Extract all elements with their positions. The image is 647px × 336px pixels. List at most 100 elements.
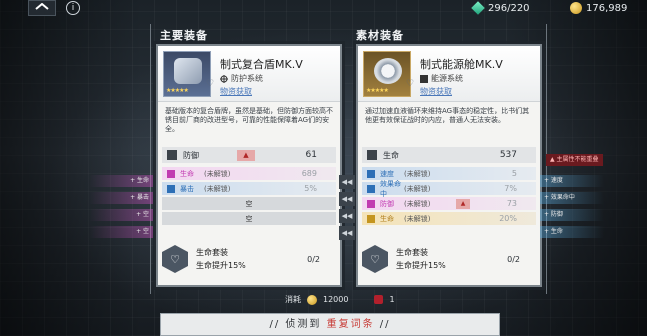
preview-right-list: + 速度 + 效果命中 + 防御 + 生命 — [540, 175, 604, 243]
duplicate-detect-banner[interactable]: // 侦测到 重复词条 // — [160, 313, 500, 336]
material-equip-description: 通过加速血液循环来维持AG事态的稳定性，比书们其他更有效保证战时的内应，普通人无… — [365, 107, 530, 124]
transfer-arrow-button[interactable]: ◀◀ — [339, 226, 355, 240]
set-bonus-title: 生命套装 — [196, 248, 228, 257]
cost-label: 消耗 — [285, 295, 301, 304]
defense-icon — [167, 150, 177, 160]
preview-left-item: + 空 — [89, 226, 153, 238]
sub-stat-label: 生命 — [380, 214, 394, 223]
main-equip-source-link[interactable]: 物资获取 — [220, 86, 252, 97]
frame-line-left — [150, 24, 154, 294]
main-equip-panel: ★★★★★ ♡ 制式复合盾MK.V 防护系统 物资获取 基础版本的复合盾牌，虽然… — [156, 44, 342, 287]
favorite-heart-icon[interactable]: ♡ — [206, 80, 214, 89]
sub-stat-note: (未解锁) — [404, 214, 431, 223]
sub-stat-value: 73 — [506, 199, 517, 208]
main-stat-value: 61 — [305, 150, 317, 160]
heart-icon — [167, 169, 175, 178]
sub-stat-value: 689 — [301, 169, 317, 178]
material-equip-title: 素材装备 — [356, 29, 404, 42]
defense-icon — [367, 199, 375, 208]
set-bonus-text: 生命套装 生命提升15% — [196, 246, 246, 272]
set-bonus-text: 生命套装 生命提升15% — [396, 246, 446, 272]
energy-core-icon — [374, 58, 402, 84]
top-bar: i 296/220 176,989 — [0, 0, 647, 18]
set-bonus-title: 生命套装 — [396, 248, 428, 257]
coin-icon — [307, 294, 317, 305]
sub-stat-row: 生命 (未解锁) 20% — [362, 212, 536, 225]
material-stat-row: 生命 537 — [362, 147, 536, 163]
preview-right-item: + 效果命中 — [540, 192, 604, 204]
preview-right-item: + 防御 — [540, 209, 604, 221]
coin-count: 176,989 — [586, 2, 628, 14]
sub-stat-value: 5 — [511, 169, 517, 178]
set-bonus-count: 0/2 — [507, 254, 520, 264]
preview-right-item: + 速度 — [540, 175, 604, 187]
home-icon — [35, 3, 49, 10]
sub-stat-row: 生命 (未解锁) 689 — [162, 167, 336, 180]
sub-stat-note: (未解锁) — [204, 184, 231, 193]
sub-stat-note: (未解锁) — [404, 184, 431, 193]
main-stat-label: 防御 — [183, 150, 199, 160]
sub-stat-label: 效果命中 — [380, 179, 401, 198]
main-equip-header: ★★★★★ ♡ 制式复合盾MK.V 防护系统 物资获取 — [158, 46, 340, 102]
main-sub-stats: 生命 (未解锁) 689 暴击 (未解锁) 5% 空 空 — [162, 167, 336, 225]
set-bonus-desc: 生命提升15% — [396, 261, 446, 270]
battery-icon — [420, 74, 428, 83]
crosshair-icon — [220, 74, 228, 83]
sub-stat-empty: 空 — [162, 197, 336, 210]
sub-stat-note: (未解锁) — [404, 169, 431, 178]
sub-stat-label: 空 — [245, 214, 253, 223]
material-equip-name: 制式能源舱MK.V — [420, 58, 503, 71]
main-equip-thumb[interactable]: ★★★★★ — [163, 51, 211, 97]
shield-icon — [174, 58, 202, 84]
transfer-arrow-button[interactable]: ◀◀ — [339, 209, 355, 223]
main-equip-title: 主要装备 — [160, 29, 208, 42]
coin-icon — [570, 2, 582, 14]
set-bonus-heart-icon: ♡ — [362, 245, 388, 273]
gem-count: 296/220 — [488, 2, 530, 14]
main-equip-description: 基础版本的复合盾牌，虽然是基础，但防御方面较高不锈目前厂商的改进型号，可靠的性能… — [165, 107, 333, 133]
sub-stat-label: 防御 — [380, 199, 394, 208]
accuracy-icon — [367, 184, 375, 193]
material-equip-thumb[interactable]: ★★★★★ — [363, 51, 411, 97]
gem-resource: 296/220 — [471, 1, 530, 15]
favorite-heart-icon[interactable]: ♡ — [406, 80, 414, 89]
sub-stat-note: (未解锁) — [404, 199, 431, 208]
preview-left-item: + 生命 — [89, 175, 153, 187]
material-equip-panel: ★★★★★ ♡ 制式能源舱MK.V 能源系统 物资获取 通过加速血液循环来维持A… — [356, 44, 542, 287]
material-equip-type: 能源系统 — [420, 73, 463, 84]
transfer-arrow-button[interactable]: ◀◀ — [339, 175, 355, 189]
sub-stat-note: (未解锁) — [204, 169, 231, 178]
warning-icon: ▲ — [456, 198, 470, 209]
main-stars: ★★★★★ — [166, 87, 189, 94]
speed-icon — [367, 169, 375, 178]
sub-stat-value: 7% — [504, 184, 517, 193]
sub-stat-row: 暴击 (未解锁) 5% — [162, 182, 336, 195]
preview-left-list: + 生命 + 暴击 + 空 + 空 — [89, 175, 153, 243]
set-bonus-heart-icon: ♡ — [162, 245, 188, 273]
info-button[interactable]: i — [66, 1, 80, 15]
sub-stat-label: 空 — [245, 199, 253, 208]
warning-icon: ▲ — [237, 149, 255, 161]
main-equip-name: 制式复合盾MK.V — [220, 58, 303, 71]
cost-coins: 12000 — [323, 295, 349, 304]
material-equip-header: ★★★★★ ♡ 制式能源舱MK.V 能源系统 物资获取 — [358, 46, 540, 102]
coin-resource: 176,989 — [570, 1, 627, 15]
sub-stat-row: 效果命中 (未解锁) 7% — [362, 180, 536, 198]
sub-stat-row: 防御 (未解锁) ▲ 73 — [362, 197, 536, 210]
detect-suffix: // — [379, 319, 391, 330]
material-stat-value: 537 — [499, 150, 517, 160]
detect-highlight: 重复词条 — [326, 319, 375, 330]
detect-prefix: // 侦测到 — [269, 319, 322, 330]
material-sub-stats: 速度 (未解锁) 5 效果命中 (未解锁) 7% 防御 (未解锁) ▲ 73 生… — [362, 167, 536, 225]
life-icon — [367, 214, 375, 223]
sub-stat-label: 速度 — [380, 169, 394, 178]
material-set-bonus: ♡ 生命套装 生命提升15% 0/2 — [362, 241, 536, 277]
sub-stat-value: 5% — [304, 184, 317, 193]
crit-icon — [167, 184, 175, 193]
transfer-arrow-button[interactable]: ◀◀ — [339, 192, 355, 206]
sub-stat-label: 暴击 — [180, 184, 194, 193]
material-equip-source-link[interactable]: 物资获取 — [420, 86, 452, 97]
home-button[interactable] — [28, 0, 56, 16]
material-chip-icon — [374, 295, 384, 304]
cost-row: 消耗 12000 1 — [285, 294, 395, 305]
